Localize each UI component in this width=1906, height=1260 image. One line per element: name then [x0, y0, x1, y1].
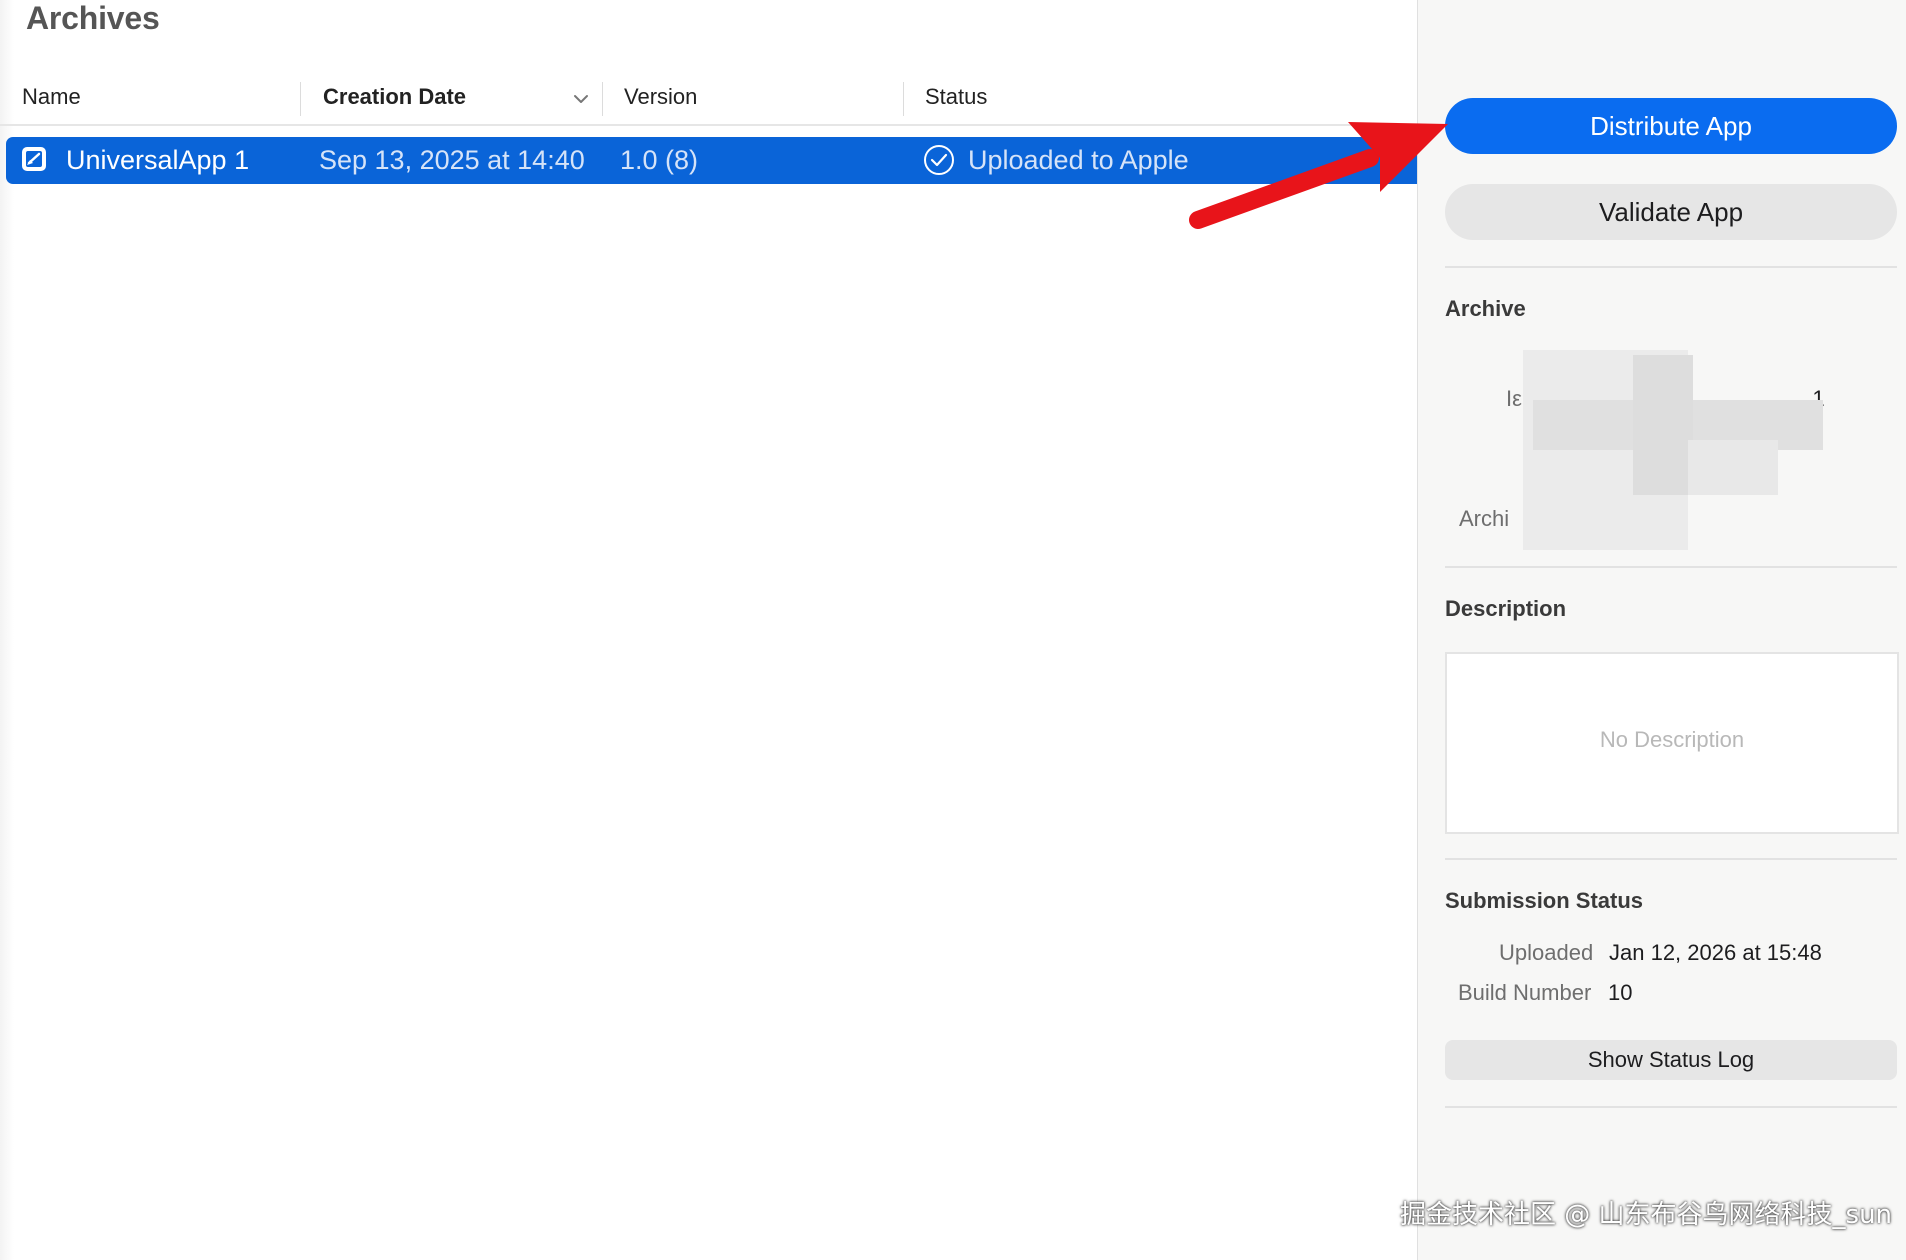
- description-section-title: Description: [1445, 596, 1567, 621]
- page-title: Archives: [26, 0, 160, 36]
- column-header-version[interactable]: Version: [624, 84, 697, 110]
- uploaded-value: Jan 12, 2026 at 15:48: [1609, 940, 1822, 965]
- checkmark-circle-icon: [924, 145, 954, 175]
- submission-status-title: Submission Status: [1445, 888, 1644, 913]
- divider: [1445, 858, 1897, 860]
- divider: [1445, 266, 1897, 268]
- divider: [1445, 566, 1897, 568]
- validate-app-button[interactable]: Validate App: [1445, 184, 1897, 240]
- redacted-block: [1633, 355, 1693, 495]
- description-field[interactable]: No Description: [1445, 652, 1899, 834]
- column-separator[interactable]: [300, 82, 301, 116]
- archive-info-label: Archi: [1459, 506, 1510, 531]
- row-version: 1.0 (8): [620, 145, 699, 175]
- column-separator[interactable]: [903, 82, 904, 116]
- archive-section-title: Archive: [1445, 296, 1526, 321]
- pane-edge-shade: [0, 0, 14, 1260]
- redacted-block: [1688, 440, 1778, 495]
- inspector-pane: Distribute App Validate App Archive Iε 1…: [1417, 0, 1906, 1260]
- column-header-name[interactable]: Name: [22, 84, 81, 110]
- app-icon: [22, 147, 46, 171]
- watermark-text: 掘金技术社区 @ 山东布谷鸟网络科技_sun: [1400, 1200, 1893, 1230]
- column-header-status[interactable]: Status: [925, 84, 987, 110]
- row-name: UniversalApp 1: [66, 145, 250, 175]
- chevron-down-icon[interactable]: [570, 88, 592, 110]
- red-arrow-annotation: [1189, 122, 1448, 229]
- distribute-app-button[interactable]: Distribute App: [1445, 98, 1897, 154]
- description-placeholder: No Description: [1599, 727, 1745, 752]
- build-number-label: Build Number: [1458, 980, 1592, 1005]
- show-status-log-button[interactable]: Show Status Log: [1445, 1040, 1897, 1080]
- build-number-value: 10: [1608, 980, 1633, 1005]
- row-creation-date: Sep 13, 2025 at 14:40: [319, 145, 585, 175]
- column-header-creation-date[interactable]: Creation Date: [323, 84, 466, 110]
- divider: [1445, 1106, 1897, 1108]
- archive-info-label: Iε: [1506, 386, 1522, 411]
- column-separator[interactable]: [602, 82, 603, 116]
- uploaded-label: Uploaded: [1499, 940, 1594, 965]
- row-status: Uploaded to Apple: [968, 145, 1189, 175]
